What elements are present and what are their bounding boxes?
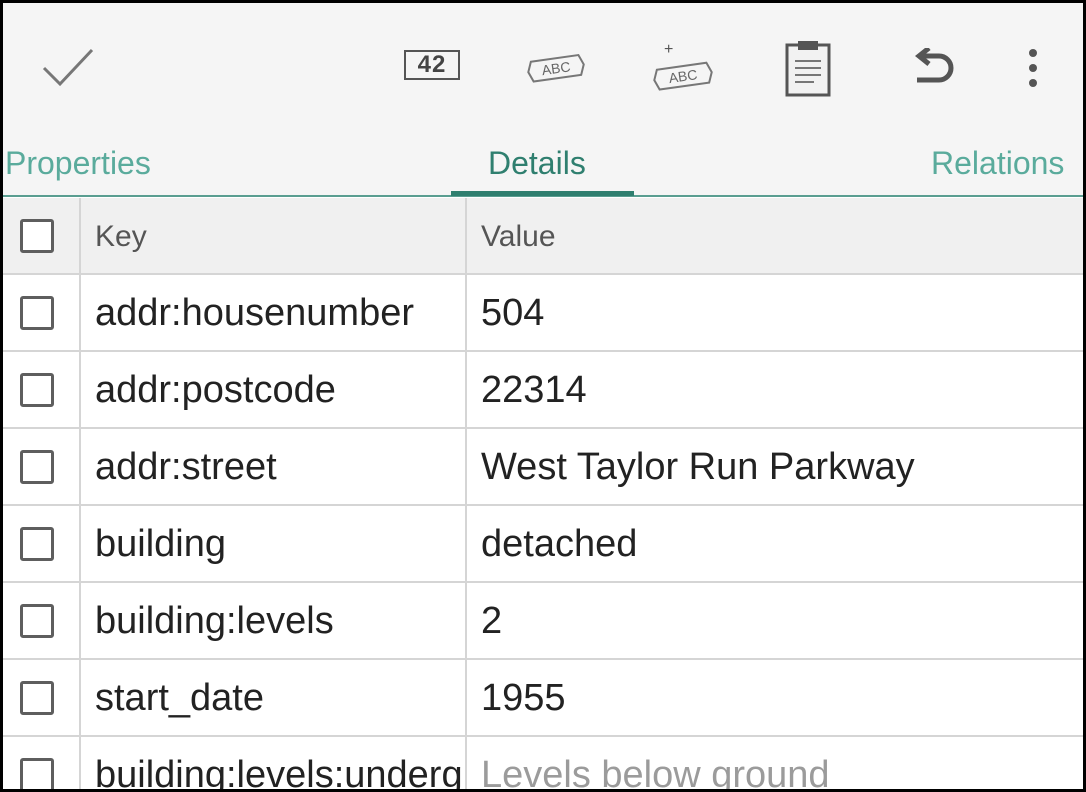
tab-bar: Properties Details Relations [3, 131, 1083, 197]
add-tag-label: ABC [668, 66, 699, 86]
tag-value-field[interactable]: 2 [481, 600, 502, 643]
tag-key-field[interactable]: addr:housenumber [95, 292, 414, 335]
more-vert-icon[interactable] [1013, 33, 1053, 103]
number-tag-label: 42 [417, 51, 447, 78]
tab-properties[interactable]: Properties [5, 145, 151, 182]
select-all-checkbox[interactable] [20, 219, 54, 253]
tag-value-field[interactable]: 22314 [481, 369, 587, 412]
table-row: building detached [3, 506, 1083, 583]
table-row: start_date 1955 [3, 660, 1083, 737]
tag-key-field[interactable]: building [95, 523, 226, 566]
row-checkbox[interactable] [20, 681, 54, 715]
tag-value-field[interactable]: detached [481, 523, 637, 566]
table-row: addr:postcode 22314 [3, 352, 1083, 429]
abc-tag-icon[interactable]: ABC [523, 33, 593, 103]
table-row: building:levels 2 [3, 583, 1083, 660]
tag-value-field[interactable]: 1955 [481, 677, 566, 720]
table-row: addr:housenumber 504 [3, 275, 1083, 352]
tag-key-field[interactable]: addr:street [95, 446, 277, 489]
row-checkbox[interactable] [20, 450, 54, 484]
abc-tag-label: ABC [541, 58, 572, 78]
tag-key-field[interactable]: start_date [95, 677, 264, 720]
undo-icon[interactable] [898, 33, 968, 103]
add-abc-tag-icon[interactable]: + ABC [648, 33, 718, 103]
tag-key-field[interactable]: building:levels:underground [95, 754, 465, 789]
row-checkbox[interactable] [20, 296, 54, 330]
row-checkbox[interactable] [20, 373, 54, 407]
row-checkbox[interactable] [20, 758, 54, 789]
tab-relations[interactable]: Relations [931, 145, 1064, 182]
table-row: building:levels:underground Levels below… [3, 737, 1083, 789]
table-row: addr:street West Taylor Run Parkway [3, 429, 1083, 506]
value-column-header: Value [481, 220, 556, 253]
key-column-header: Key [95, 220, 147, 253]
tag-key-field[interactable]: building:levels [95, 600, 334, 643]
active-tab-indicator [451, 191, 634, 196]
add-plus: + [664, 41, 673, 58]
toolbar: 42 ABC + ABC [3, 3, 1083, 131]
number-tag-icon[interactable]: 42 [404, 50, 460, 80]
tag-key-field[interactable]: addr:postcode [95, 369, 336, 412]
tag-value-field[interactable]: West Taylor Run Parkway [481, 446, 915, 489]
tag-value-field[interactable]: Levels below ground [481, 754, 830, 789]
row-checkbox[interactable] [20, 604, 54, 638]
check-icon[interactable] [33, 33, 103, 103]
table-header-row: Key Value [3, 198, 1083, 275]
tag-value-field[interactable]: 504 [481, 292, 544, 335]
tab-details[interactable]: Details [488, 145, 586, 182]
row-checkbox[interactable] [20, 527, 54, 561]
clipboard-icon[interactable] [773, 33, 843, 103]
app-window: 42 ABC + ABC Properties Details Relation… [0, 0, 1086, 792]
